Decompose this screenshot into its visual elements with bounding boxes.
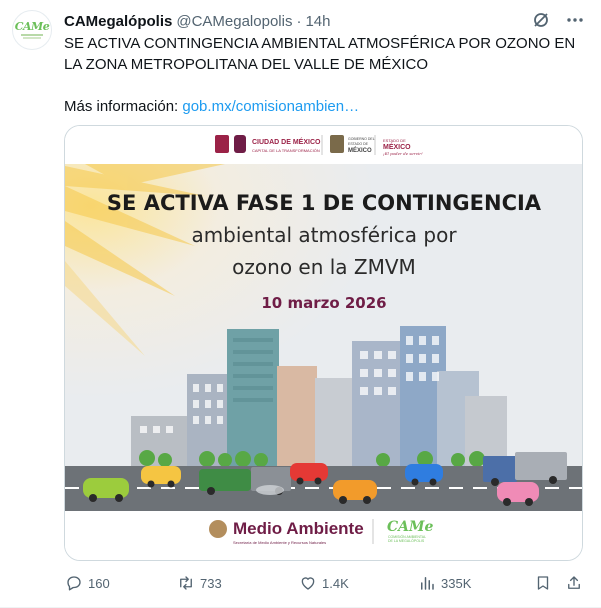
- cdmx-emblem-icon: [234, 135, 246, 153]
- views-icon: [417, 573, 437, 593]
- footer-brand: Medio Ambiente: [233, 519, 364, 538]
- tweet[interactable]: CAMe CAMegalópolis @CAMegalopolis · 14h …: [0, 0, 601, 608]
- edomex-line2: ESTADO DE: [348, 142, 369, 146]
- footer-sub: Secretaría de Medio Ambiente y Recursos …: [233, 540, 326, 545]
- bookmark-icon: [533, 573, 553, 593]
- author-handle[interactable]: @CAMegalopolis: [176, 13, 292, 30]
- cdmx-subtitle: CAPITAL DE LA TRANSFORMACIÓN: [252, 148, 320, 153]
- share-icon: [564, 573, 584, 593]
- tweet-actions: 160 733 1.4K 335K: [64, 572, 589, 594]
- like-button[interactable]: 1.4K: [298, 573, 349, 593]
- subhead-line2: ozono en la ZMVM: [232, 255, 416, 279]
- edomex-line3: MÉXICO: [348, 146, 372, 154]
- tweet-text-body: SE ACTIVA CONTINGENCIA AMBIENTAL ATMOSFÉ…: [64, 35, 576, 73]
- more-info-label: Más información:: [64, 98, 183, 115]
- avatar[interactable]: CAMe: [12, 10, 52, 50]
- edomex-line1: GOBIERNO DEL: [348, 137, 375, 141]
- edomex2-line1: ESTADO DE: [383, 138, 406, 143]
- tweet-text: SE ACTIVA CONTINGENCIA AMBIENTAL ATMOSFÉ…: [64, 33, 589, 117]
- reply-count: 160: [88, 575, 110, 591]
- avatar-logo-text: CAMe: [14, 20, 50, 33]
- edomex-shield-icon: [330, 135, 344, 153]
- retweet-count: 733: [200, 575, 222, 591]
- reply-icon: [64, 573, 84, 593]
- grok-icon[interactable]: [531, 10, 551, 30]
- views-button[interactable]: 335K: [417, 573, 471, 593]
- tweet-header: CAMegalópolis @CAMegalopolis · 14h: [64, 11, 331, 31]
- timestamp[interactable]: 14h: [305, 13, 330, 30]
- edomex2-line2: MÉXICO: [383, 142, 411, 151]
- share-button[interactable]: [564, 573, 584, 593]
- footer-came-sub2: DE LA MEGALÓPOLIS: [388, 538, 425, 543]
- like-count: 1.4K: [322, 575, 349, 591]
- infographic: CIUDAD DE MÉXICO CAPITAL DE LA TRANSFORM…: [65, 126, 582, 560]
- bookmark-button[interactable]: [533, 573, 553, 593]
- headline: SE ACTIVA FASE 1 DE CONTINGENCIA: [107, 191, 542, 215]
- alert-date: 10 marzo 2026: [261, 294, 386, 312]
- footer-came-logo: CAMe: [387, 519, 434, 535]
- author-name[interactable]: CAMegalópolis: [64, 13, 172, 30]
- more-icon[interactable]: [565, 10, 585, 30]
- avatar-logo-line: [21, 34, 43, 36]
- cdmx-logo-icon: [215, 135, 229, 153]
- mexico-seal-icon: [209, 520, 227, 538]
- subhead-line1: ambiental atmosférica por: [191, 223, 457, 247]
- retweet-button[interactable]: 733: [176, 573, 222, 593]
- avatar-logo-line: [23, 37, 41, 39]
- tweet-image[interactable]: CIUDAD DE MÉXICO CAPITAL DE LA TRANSFORM…: [64, 125, 583, 561]
- more-info-link[interactable]: gob.mx/comisionambien…: [182, 98, 359, 115]
- like-icon: [298, 573, 318, 593]
- tweet-top-actions: [531, 10, 585, 30]
- reply-button[interactable]: 160: [64, 573, 110, 593]
- tweet-more-info: Más información: gob.mx/comisionambien…: [64, 96, 589, 117]
- retweet-icon: [176, 573, 196, 593]
- views-count: 335K: [441, 575, 472, 591]
- separator-dot: ·: [296, 12, 302, 30]
- cdmx-title: CIUDAD DE MÉXICO: [252, 137, 321, 146]
